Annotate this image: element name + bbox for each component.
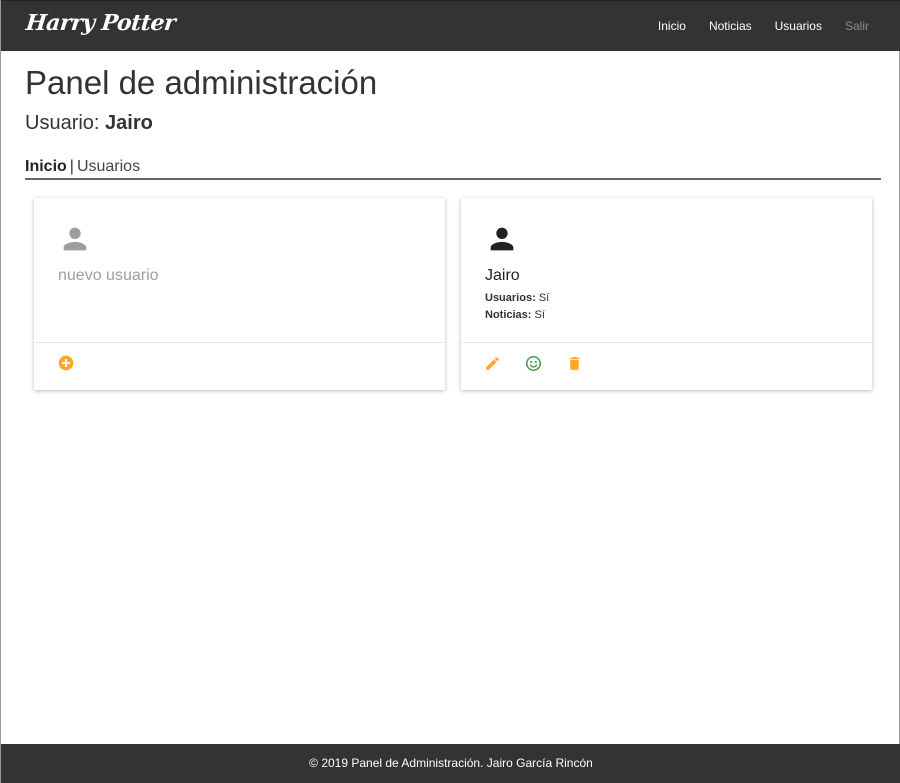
card-divider: [461, 342, 872, 343]
user-name-label: Jairo: [485, 267, 520, 284]
user-card-jairo: Jairo Usuarios: Sí Noticias: Sí: [461, 198, 872, 390]
nav-link-inicio[interactable]: Inicio: [658, 19, 686, 33]
user-name: Jairo: [105, 112, 153, 134]
add-circle-icon: [58, 355, 73, 371]
person-icon: [63, 227, 87, 251]
edit-user-button[interactable]: [479, 354, 506, 372]
permission-usuarios: Usuarios: Sí: [485, 292, 549, 304]
breadcrumb-separator: |: [69, 158, 74, 175]
card-actions: [52, 354, 79, 372]
card-actions: [479, 354, 588, 372]
top-navbar: Harry Potter Inicio Noticias Usuarios Sa…: [1, 0, 900, 51]
footer: © 2019 Panel de Administración. Jairo Ga…: [1, 744, 900, 783]
add-user-button[interactable]: [52, 354, 79, 372]
card-divider: [34, 342, 445, 343]
pencil-icon: [486, 356, 499, 370]
nav-link-noticias[interactable]: Noticias: [709, 19, 752, 33]
new-user-card: nuevo usuario: [34, 198, 445, 390]
nav-links: Inicio Noticias Usuarios Salir: [635, 19, 869, 33]
permission-value: Sí: [534, 309, 545, 321]
smiley-icon: [525, 355, 542, 371]
breadcrumb: Inicio | Usuarios: [25, 158, 881, 180]
person-icon: [490, 227, 514, 251]
trash-icon: [569, 356, 580, 370]
breadcrumb-inicio[interactable]: Inicio: [25, 158, 67, 175]
permission-label: Usuarios:: [485, 292, 536, 304]
nav-link-usuarios[interactable]: Usuarios: [775, 19, 822, 33]
breadcrumb-usuarios[interactable]: Usuarios: [77, 158, 140, 175]
permission-noticias: Noticias: Sí: [485, 309, 545, 321]
brand-logo[interactable]: Harry Potter: [25, 10, 177, 36]
footer-copyright: © 2019 Panel de Administración. Jairo Ga…: [309, 756, 593, 770]
page-title: Panel de administración: [25, 64, 378, 101]
permission-value: Sí: [538, 292, 550, 304]
nav-link-salir[interactable]: Salir: [845, 19, 869, 33]
permission-label: Noticias:: [485, 309, 532, 321]
delete-user-button[interactable]: [561, 354, 588, 372]
permissions-button[interactable]: [520, 354, 547, 372]
current-user-line: Usuario: Jairo: [25, 112, 153, 135]
user-prefix: Usuario:: [25, 112, 106, 134]
new-user-label: nuevo usuario: [58, 267, 159, 284]
